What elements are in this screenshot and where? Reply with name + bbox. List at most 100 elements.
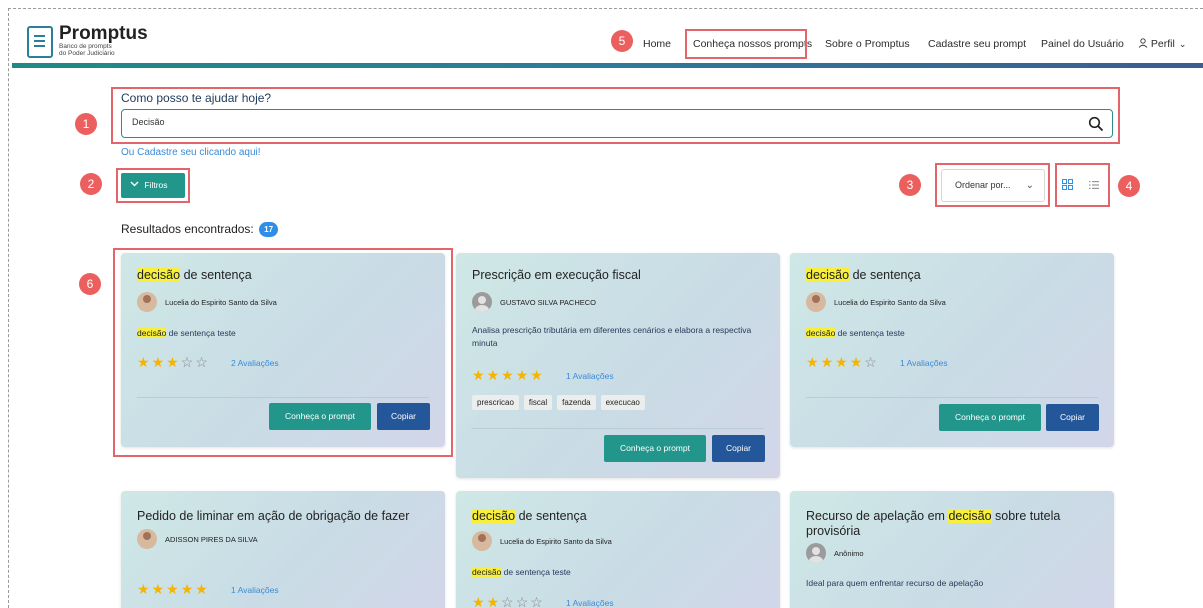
nav-profile[interactable]: Perfil ⌄ — [1138, 38, 1186, 50]
author-name: GUSTAVO SILVA PACHECO — [500, 297, 596, 307]
results-count-badge: 17 — [259, 222, 279, 238]
star-filled-icon: ★ — [137, 354, 152, 370]
ratings-link[interactable]: 2 Avaliações — [231, 358, 279, 368]
card-description: Ideal para quem enfrentar recurso de ape… — [806, 578, 984, 588]
desc-rest: de sentença teste — [835, 328, 905, 338]
desc-rest: de sentença teste — [166, 328, 236, 338]
logo-title[interactable]: Promptus — [59, 23, 148, 45]
results-label: Resultados encontrados: — [121, 222, 254, 236]
prompt-card: decisão de sentença Lucelia do Espirito … — [790, 253, 1114, 447]
search-input[interactable] — [132, 117, 1032, 127]
star-empty-icon: ☆ — [530, 594, 545, 608]
star-rating: ★★★★☆ — [806, 354, 879, 371]
prompt-card: decisão de sentença Lucelia do Espirito … — [121, 253, 445, 447]
desc-rest: de sentença teste — [501, 567, 571, 577]
prompt-card: decisão de sentença Lucelia do Espirito … — [456, 491, 780, 608]
card-title[interactable]: decisão de sentença — [137, 268, 252, 283]
star-filled-icon: ★ — [166, 354, 181, 370]
results-heading: Resultados encontrados: 17 — [121, 222, 279, 238]
star-empty-icon: ☆ — [195, 354, 210, 370]
title-rest: de sentença — [180, 268, 252, 282]
star-empty-icon: ☆ — [501, 594, 516, 608]
ratings-link[interactable]: 1 Avaliações — [231, 585, 279, 595]
annotation-box-5 — [685, 29, 807, 59]
register-link[interactable]: Ou Cadastre seu clicando aqui! — [121, 147, 261, 158]
star-filled-icon: ★ — [820, 354, 836, 370]
avatar — [472, 531, 492, 551]
card-title[interactable]: decisão de sentença — [472, 509, 587, 524]
nav-user-panel[interactable]: Painel do Usuário — [1041, 38, 1124, 50]
copy-button[interactable]: Copiar — [1046, 404, 1099, 431]
star-filled-icon: ★ — [501, 367, 516, 383]
copy-button[interactable]: Copiar — [377, 403, 430, 430]
view-prompt-button[interactable]: Conheça o prompt — [604, 435, 706, 462]
desc-highlight: decisão — [137, 328, 167, 338]
star-filled-icon: ★ — [486, 367, 502, 383]
tag[interactable]: fiscal — [523, 395, 553, 410]
author-name: ADISSON PIRES DA SILVA — [165, 534, 258, 544]
avatar — [806, 543, 826, 563]
ratings-link[interactable]: 1 Avaliações — [566, 598, 614, 608]
star-empty-icon: ☆ — [180, 354, 196, 370]
view-prompt-button[interactable]: Conheça o prompt — [939, 404, 1041, 431]
star-filled-icon: ★ — [849, 354, 865, 370]
avatar — [137, 529, 157, 549]
logo-icon[interactable] — [27, 26, 53, 58]
title-start: Recurso de apelação em — [806, 509, 949, 523]
search-icon[interactable] — [1088, 116, 1104, 132]
avatar — [806, 292, 826, 312]
tag[interactable]: fazenda — [557, 395, 596, 410]
view-prompt-button[interactable]: Conheça o prompt — [269, 403, 371, 430]
star-filled-icon: ★ — [472, 594, 487, 608]
card-description: Analisa prescrição tributária em diferen… — [472, 325, 752, 348]
ratings-link[interactable]: 1 Avaliações — [566, 371, 614, 381]
card-author: Anônimo — [806, 543, 864, 563]
card-author: Lucelia do Espirito Santo da Silva — [806, 292, 946, 312]
star-filled-icon: ★ — [515, 367, 531, 383]
star-filled-icon: ★ — [151, 581, 167, 597]
logo-subtitle: Banco de prompts do Poder Judiciário — [59, 43, 115, 57]
star-filled-icon: ★ — [166, 581, 181, 597]
avatar — [137, 292, 157, 312]
nav-register-prompt[interactable]: Cadastre seu prompt — [928, 38, 1026, 50]
card-title[interactable]: Prescrição em execução fiscal — [472, 268, 641, 283]
title-highlight: decisão — [137, 268, 181, 282]
card-author: Lucelia do Espirito Santo da Silva — [472, 531, 612, 551]
card-author: ADISSON PIRES DA SILVA — [137, 529, 258, 549]
ratings-link[interactable]: 1 Avaliações — [900, 358, 948, 368]
card-title[interactable]: decisão de sentença — [806, 268, 921, 283]
star-rating: ★★★☆☆ — [137, 354, 210, 371]
search-field[interactable] — [121, 109, 1113, 138]
sort-select[interactable]: Ordenar por... ⌄ — [941, 169, 1045, 202]
card-title[interactable]: Recurso de apelação em decisão sobre tut… — [806, 509, 1066, 539]
card-description: decisão de sentença teste — [806, 327, 905, 340]
annotation-badge-6: 6 — [79, 273, 101, 295]
desc-highlight: decisão — [472, 567, 502, 577]
nav-about[interactable]: Sobre o Promptus — [825, 38, 910, 50]
prompt-card: Recurso de apelação em decisão sobre tut… — [790, 491, 1114, 608]
chevron-down-icon — [130, 180, 144, 190]
filters-button[interactable]: Filtros — [121, 173, 185, 198]
star-filled-icon: ★ — [472, 367, 487, 383]
tag[interactable]: execucao — [600, 395, 645, 410]
author-name: Lucelia do Espirito Santo da Silva — [834, 297, 946, 307]
tag[interactable]: prescricao — [472, 395, 519, 410]
card-title[interactable]: Pedido de liminar em ação de obrigação d… — [137, 509, 409, 524]
card-description: decisão de sentença teste — [472, 566, 571, 579]
search-label: Como posso te ajudar hoje? — [121, 91, 272, 105]
annotation-badge-5: 5 — [611, 30, 633, 52]
card-author: Lucelia do Espirito Santo da Silva — [137, 292, 277, 312]
star-filled-icon: ★ — [151, 354, 167, 370]
copy-button[interactable]: Copiar — [712, 435, 765, 462]
star-rating: ★★★★★ — [137, 581, 210, 598]
card-divider — [137, 397, 429, 398]
title-rest: de sentença — [849, 268, 921, 282]
grid-view-icon[interactable] — [1062, 179, 1073, 190]
card-divider — [472, 428, 764, 429]
nav-home[interactable]: Home — [643, 38, 671, 50]
star-filled-icon: ★ — [486, 594, 502, 608]
card-description: decisão de sentença teste — [137, 327, 236, 340]
list-view-icon[interactable] — [1089, 180, 1099, 190]
star-empty-icon: ☆ — [864, 354, 879, 370]
star-rating: ★★★★★ — [472, 367, 545, 384]
